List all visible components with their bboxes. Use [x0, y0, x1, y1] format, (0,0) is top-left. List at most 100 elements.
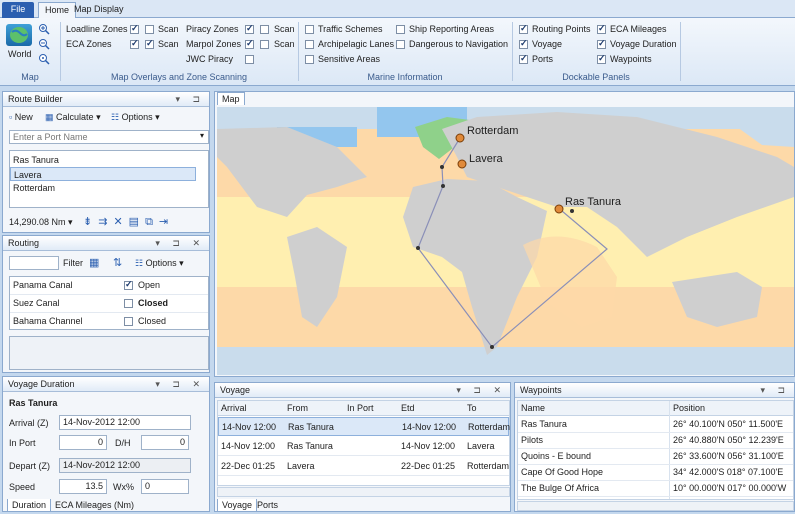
loadline-zones-checkbox[interactable] [130, 23, 139, 34]
voyage-checkbox[interactable] [519, 38, 528, 49]
horizontal-scrollbar[interactable] [517, 501, 794, 511]
table-row[interactable]: 22-Dec 01:25 Lavera 22-Dec 01:25 Rotterd… [218, 457, 509, 476]
routing-state: Closed [138, 298, 169, 308]
list-item[interactable]: Lavera [10, 167, 196, 181]
cell-from: Ras Tanura [288, 422, 334, 432]
panel-close-icon[interactable]: ▾ ⊐ ✕ [456, 385, 506, 396]
copy-icon[interactable]: ⧉ [145, 216, 159, 228]
inport-field[interactable]: 0 [59, 435, 107, 450]
list-item[interactable]: Rotterdam [10, 181, 208, 195]
routing-checkbox[interactable] [124, 279, 133, 290]
jwc-piracy-checkbox[interactable] [245, 55, 254, 64]
archipelagic-lanes-checkbox[interactable] [305, 40, 314, 49]
column-header[interactable]: Arrival [218, 401, 250, 415]
table-row[interactable]: Quoins - E bound 26° 33.600'N 056° 31.100… [518, 449, 793, 465]
column-header[interactable]: Position [670, 401, 708, 415]
export-icon[interactable]: ⇥ [159, 216, 174, 228]
panel-pin-icon[interactable]: ▾ ⊐ [175, 94, 205, 105]
route-builder-title: Route Builder ▾ ⊐ [3, 92, 209, 107]
map-canvas[interactable]: Rotterdam Lavera Ras Tanura [217, 107, 794, 375]
route-tools[interactable]: ⇟⇉✕▤⧉⇥ [83, 215, 174, 229]
piracy-scan-checkbox[interactable] [260, 25, 269, 34]
zoom-extent-icon[interactable] [38, 53, 50, 65]
eca-scan-checkbox[interactable] [145, 38, 154, 49]
zoom-out-icon[interactable] [38, 38, 50, 50]
tab-voyage[interactable]: Voyage [217, 499, 258, 512]
piracy-zones-checkbox[interactable] [245, 23, 254, 34]
waypoints-checkbox[interactable] [597, 53, 606, 64]
marpol-zones-checkbox[interactable] [245, 38, 254, 49]
options-button[interactable]: ☷ Options ▾ [111, 112, 160, 123]
panel-pin-icon[interactable]: ▾ ⊐ [760, 385, 790, 396]
ship-reporting-checkbox[interactable] [396, 25, 405, 34]
arrival-field[interactable]: 14-Nov-2012 12:00 [59, 415, 191, 430]
eca-zones-checkbox[interactable] [130, 38, 139, 49]
table-row[interactable]: 14-Nov 12:00 Ras Tanura 14-Nov 12:00 Rot… [218, 417, 510, 436]
eca-mileages-checkbox[interactable] [597, 23, 606, 34]
table-row[interactable]: 14-Nov 12:00 Ras Tanura 14-Nov 12:00 Lav… [218, 437, 509, 456]
filter-button[interactable]: Filter [63, 258, 83, 268]
marpol-scan-checkbox[interactable] [260, 40, 269, 49]
cell-inport [344, 459, 350, 463]
filter-icon[interactable]: ▦ [89, 256, 99, 269]
routing-options-button[interactable]: ☷ Options ▾ [135, 258, 184, 269]
table-row[interactable]: Suez Canal Closed [10, 296, 208, 313]
routing-checkbox[interactable] [124, 317, 133, 326]
panel-close-icon[interactable]: ▾ ⊐ ✕ [155, 238, 205, 249]
loadline-scan-checkbox[interactable] [145, 25, 154, 34]
filter-input[interactable] [9, 256, 59, 270]
traffic-schemes-checkbox[interactable] [305, 25, 314, 34]
add-waypoint-icon[interactable]: ⇟ [83, 216, 98, 228]
table-row[interactable]: Pilots 26° 40.880'N 050° 12.239'E [518, 433, 793, 449]
tab-duration[interactable]: Duration [7, 499, 52, 512]
dangerous-navigation-checkbox[interactable] [396, 40, 405, 49]
cell-position: 10° 00.000'N 017° 00.000'W [673, 483, 787, 493]
tab-ports[interactable]: Ports [253, 499, 282, 512]
column-header[interactable]: Name [518, 401, 548, 415]
tab-map[interactable]: Map [217, 92, 245, 105]
voyage-duration-checkbox[interactable] [597, 38, 606, 49]
tab-map-display[interactable]: Map Display [68, 2, 130, 18]
list-item[interactable]: Ras Tanura [10, 153, 208, 167]
voyage-label: Voyage [532, 39, 563, 49]
table-row[interactable]: Ras Tanura 26° 40.100'N 050° 11.500'E [518, 417, 793, 433]
cell-etd: 22-Dec 01:25 [401, 461, 456, 471]
arrival-label: Arrival (Z) [9, 418, 49, 428]
archipelagic-lanes-label: Archipelagic Lanes [318, 39, 395, 49]
column-header[interactable]: In Port [344, 401, 377, 415]
column-header[interactable]: Etd [398, 401, 418, 415]
sensitive-areas-checkbox[interactable] [305, 55, 314, 64]
calculate-button[interactable]: ▦ Calculate ▾ [45, 112, 101, 123]
table-row[interactable]: The Bulge Of Africa 10° 00.000'N 017° 00.… [518, 481, 793, 497]
dh-label: D/H [115, 438, 131, 448]
horizontal-scrollbar[interactable] [217, 487, 510, 497]
world-button[interactable]: World [8, 49, 31, 59]
insert-icon[interactable]: ⇉ [98, 216, 113, 228]
sort-icon[interactable]: ⇅ [113, 256, 122, 269]
map-group-label: Map [21, 72, 39, 82]
column-header[interactable]: From [284, 401, 311, 415]
port-search-input[interactable]: Enter a Port Name [9, 130, 209, 144]
new-button[interactable]: ▫ New [9, 112, 33, 122]
world-icon[interactable] [6, 24, 32, 46]
chevron-down-icon[interactable]: ▾ [197, 131, 207, 143]
sensitive-areas-label: Sensitive Areas [318, 54, 381, 64]
tab-eca-mileages[interactable]: ECA Mileages (Nm) [51, 499, 138, 512]
column-header[interactable]: To [464, 401, 480, 415]
list-icon[interactable]: ▤ [129, 216, 145, 228]
panel-close-icon[interactable]: ▾ ⊐ ✕ [155, 379, 205, 390]
speed-field[interactable]: 13.5 [59, 479, 107, 494]
dh-field[interactable]: 0 [141, 435, 189, 450]
routing-checkbox[interactable] [124, 299, 133, 308]
wx-field[interactable]: 0 [141, 479, 189, 494]
routing-points-checkbox[interactable] [519, 23, 528, 34]
cell-to: Rotterdam [467, 461, 509, 471]
ports-checkbox[interactable] [519, 53, 528, 64]
table-row[interactable]: Panama Canal Open [10, 278, 208, 295]
table-row[interactable]: Cape Of Good Hope 34° 42.000'S 018° 07.10… [518, 465, 793, 481]
zoom-in-icon[interactable] [38, 23, 50, 35]
delete-icon[interactable]: ✕ [113, 216, 128, 228]
cell-name: Pilots [521, 435, 544, 445]
file-tab[interactable]: File [2, 2, 34, 18]
table-row[interactable]: Bahama Channel Closed [10, 314, 208, 331]
